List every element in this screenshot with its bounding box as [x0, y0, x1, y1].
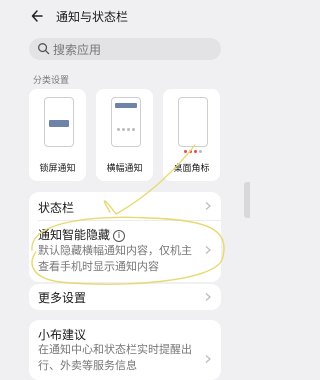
row-description: 默认隐藏横幅通知内容，仅机主查看手机时显示通知内容 [38, 244, 192, 273]
chevron-right-icon [205, 246, 211, 254]
search-icon [38, 43, 50, 55]
settings-group-notifications: 状态栏 通知智能隐藏 i 默认隐藏横幅通知内容，仅机主查看手机时显示通知内容 [29, 192, 221, 282]
category-cards: 锁屏通知 横幅通知 桌面角标 [29, 89, 231, 181]
section-label-category: 分类设置 [33, 76, 70, 86]
card-label: 桌面角标 [173, 164, 210, 174]
back-arrow-icon[interactable] [30, 8, 46, 24]
row-title: 更多设置 [38, 291, 87, 305]
edge-handle[interactable] [244, 182, 250, 218]
phone-preview-icon [44, 97, 74, 147]
row-title: 状态栏 [38, 201, 75, 215]
page-title: 通知与状态栏 [56, 10, 129, 24]
row-title: 通知智能隐藏 i [38, 226, 126, 243]
search-input[interactable]: 搜索应用 [29, 38, 221, 60]
top-bar: 通知与状态栏 [0, 0, 250, 34]
chevron-right-icon [205, 355, 211, 363]
info-icon[interactable]: i [113, 230, 126, 242]
card-label: 锁屏通知 [39, 164, 76, 174]
row-description: 在通知中心和状态栏实时提醒出行、外卖等服务信息 [38, 343, 192, 372]
chevron-right-icon [205, 202, 211, 210]
card-app-icon-badge[interactable]: 桌面角标 [163, 89, 220, 181]
phone-preview-icon [111, 97, 141, 147]
card-lockscreen-notification[interactable]: 锁屏通知 [29, 89, 86, 181]
card-label: 横幅通知 [106, 164, 143, 174]
chevron-right-icon [205, 293, 211, 301]
search-placeholder: 搜索应用 [53, 43, 102, 57]
row-title-text: 通知智能隐藏 [38, 228, 111, 242]
row-more-settings[interactable]: 更多设置 [29, 284, 221, 310]
row-title: 小布建议 [38, 328, 87, 342]
row-status-bar[interactable]: 状态栏 [29, 192, 221, 220]
card-banner-notification[interactable]: 横幅通知 [96, 89, 153, 181]
row-xiaobu-suggestion[interactable]: 小布建议 在通知中心和状态栏实时提醒出行、外卖等服务信息 [29, 320, 221, 380]
phone-preview-icon [178, 97, 208, 153]
row-smart-hide[interactable]: 通知智能隐藏 i 默认隐藏横幅通知内容，仅机主查看手机时显示通知内容 [29, 221, 221, 282]
